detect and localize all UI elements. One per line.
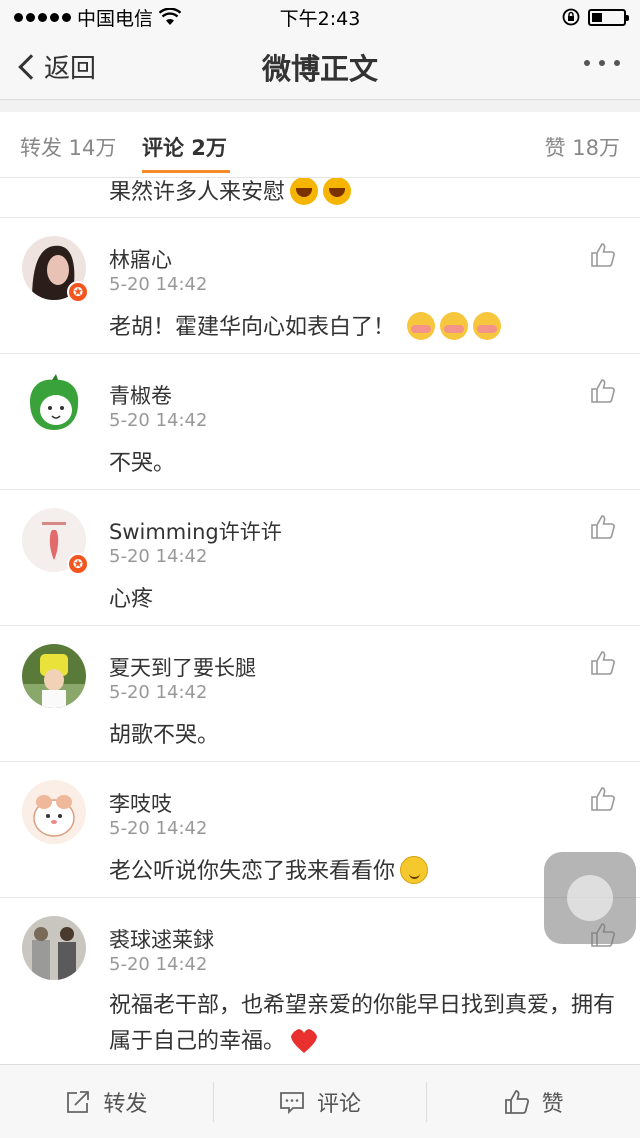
more-dots-icon[interactable] (584, 60, 620, 66)
avatar[interactable]: ✪ (22, 508, 89, 575)
thumbs-up-icon (504, 1089, 529, 1114)
blushing-emoji-icon (473, 312, 502, 340)
laughing-emoji-icon (323, 178, 352, 205)
comment-icon (280, 1091, 304, 1114)
laughing-emoji-icon (290, 178, 319, 205)
thumbs-up-icon[interactable] (590, 378, 616, 404)
comment-button[interactable]: 评论 (212, 1081, 427, 1122)
assistive-touch-button[interactable] (544, 852, 636, 944)
blushing-emoji-icon (407, 312, 436, 340)
comment-time: 5-20 14:42 (109, 410, 208, 431)
comment-text: 果然许多人来安慰 (109, 178, 618, 211)
comment-username[interactable]: Swimming许许许 (109, 516, 282, 546)
thumbs-up-icon[interactable] (590, 786, 616, 812)
chevron-left-icon (18, 53, 44, 80)
comment-time: 5-20 14:42 (109, 682, 208, 703)
comment-username[interactable]: 李吱吱 (109, 788, 172, 818)
partial-comment: 果然许多人来安慰 (0, 178, 640, 218)
comment-username[interactable]: 夏天到了要长腿 (109, 652, 256, 682)
tab-bar: 转发 14万 评论 2万 赞 18万 (0, 112, 640, 178)
tab-repost[interactable]: 转发 14万 (20, 132, 116, 162)
signal-dots-icon (14, 12, 71, 22)
vip-badge-icon: ✪ (67, 553, 89, 575)
repost-button[interactable]: 转发 (0, 1082, 213, 1122)
comment-time: 5-20 14:42 (109, 954, 208, 975)
comment-username[interactable]: 裘球逑莱銶 (109, 924, 214, 954)
comment-username[interactable]: 林寤心 (109, 244, 172, 274)
comment-text: 祝福老干部，也希望亲爱的你能早日找到真爱，拥有属于自己的幸福。 (109, 993, 616, 1054)
comment-text: 不哭。 (109, 451, 176, 476)
share-icon (67, 1090, 90, 1113)
thumbs-up-icon[interactable] (590, 514, 616, 540)
like-button[interactable]: 赞 (426, 1081, 640, 1122)
comment-item: 夏天到了要长腿 5-20 14:42 胡歌不哭。 (0, 626, 640, 762)
thumbs-up-icon[interactable] (590, 242, 616, 268)
comment-time: 5-20 14:42 (109, 546, 208, 567)
comment-username[interactable]: 青椒卷 (109, 380, 172, 410)
avatar[interactable] (22, 780, 86, 844)
status-right (562, 8, 629, 26)
comment-text: 心疼 (109, 587, 154, 612)
comment-time: 5-20 14:42 (109, 274, 208, 295)
comment-time: 5-20 14:42 (109, 818, 208, 839)
avatar[interactable] (22, 372, 86, 436)
rotation-lock-icon (562, 8, 580, 26)
avatar[interactable]: ✪ (22, 236, 89, 303)
smiling-emoji-icon (400, 856, 429, 884)
status-left: 中国电信 (14, 4, 182, 31)
comment-item: ✪ Swimming许许许 5-20 14:42 心疼 (0, 490, 640, 626)
comment-item: ✪ 林寤心 5-20 14:42 老胡！霍建华向心如表白了！ (0, 218, 640, 354)
carrier-label: 中国电信 (77, 7, 154, 30)
tab-active-indicator (142, 170, 230, 173)
back-label: 返回 (44, 54, 97, 84)
vip-badge-icon: ✪ (67, 281, 89, 303)
avatar[interactable] (22, 916, 86, 980)
blushing-emoji-icon (440, 312, 469, 340)
avatar[interactable] (22, 644, 86, 708)
repost-label: 转发 (103, 1091, 148, 1117)
wifi-icon (159, 8, 182, 25)
bottom-action-bar: 转发 评论 赞 (0, 1064, 640, 1138)
comment-text: 老公听说你失恋了我来看看你 (109, 854, 618, 890)
nav-bar: 返回 微博正文 (0, 34, 640, 100)
comment-label: 评论 (317, 1091, 362, 1117)
back-button[interactable]: 返回 (0, 48, 96, 85)
heart-emoji-icon (291, 1029, 318, 1053)
comment-item: 青椒卷 5-20 14:42 不哭。 (0, 354, 640, 490)
comment-text: 老胡！霍建华向心如表白了！ (109, 310, 618, 346)
thumbs-up-icon[interactable] (590, 650, 616, 676)
battery-icon (588, 8, 629, 26)
tab-comment[interactable]: 评论 2万 (142, 132, 227, 162)
comment-text: 胡歌不哭。 (109, 723, 220, 748)
like-label: 赞 (541, 1091, 564, 1117)
tab-like[interactable]: 赞 18万 (545, 132, 620, 162)
status-bar: 中国电信 下午2:43 (0, 0, 640, 34)
